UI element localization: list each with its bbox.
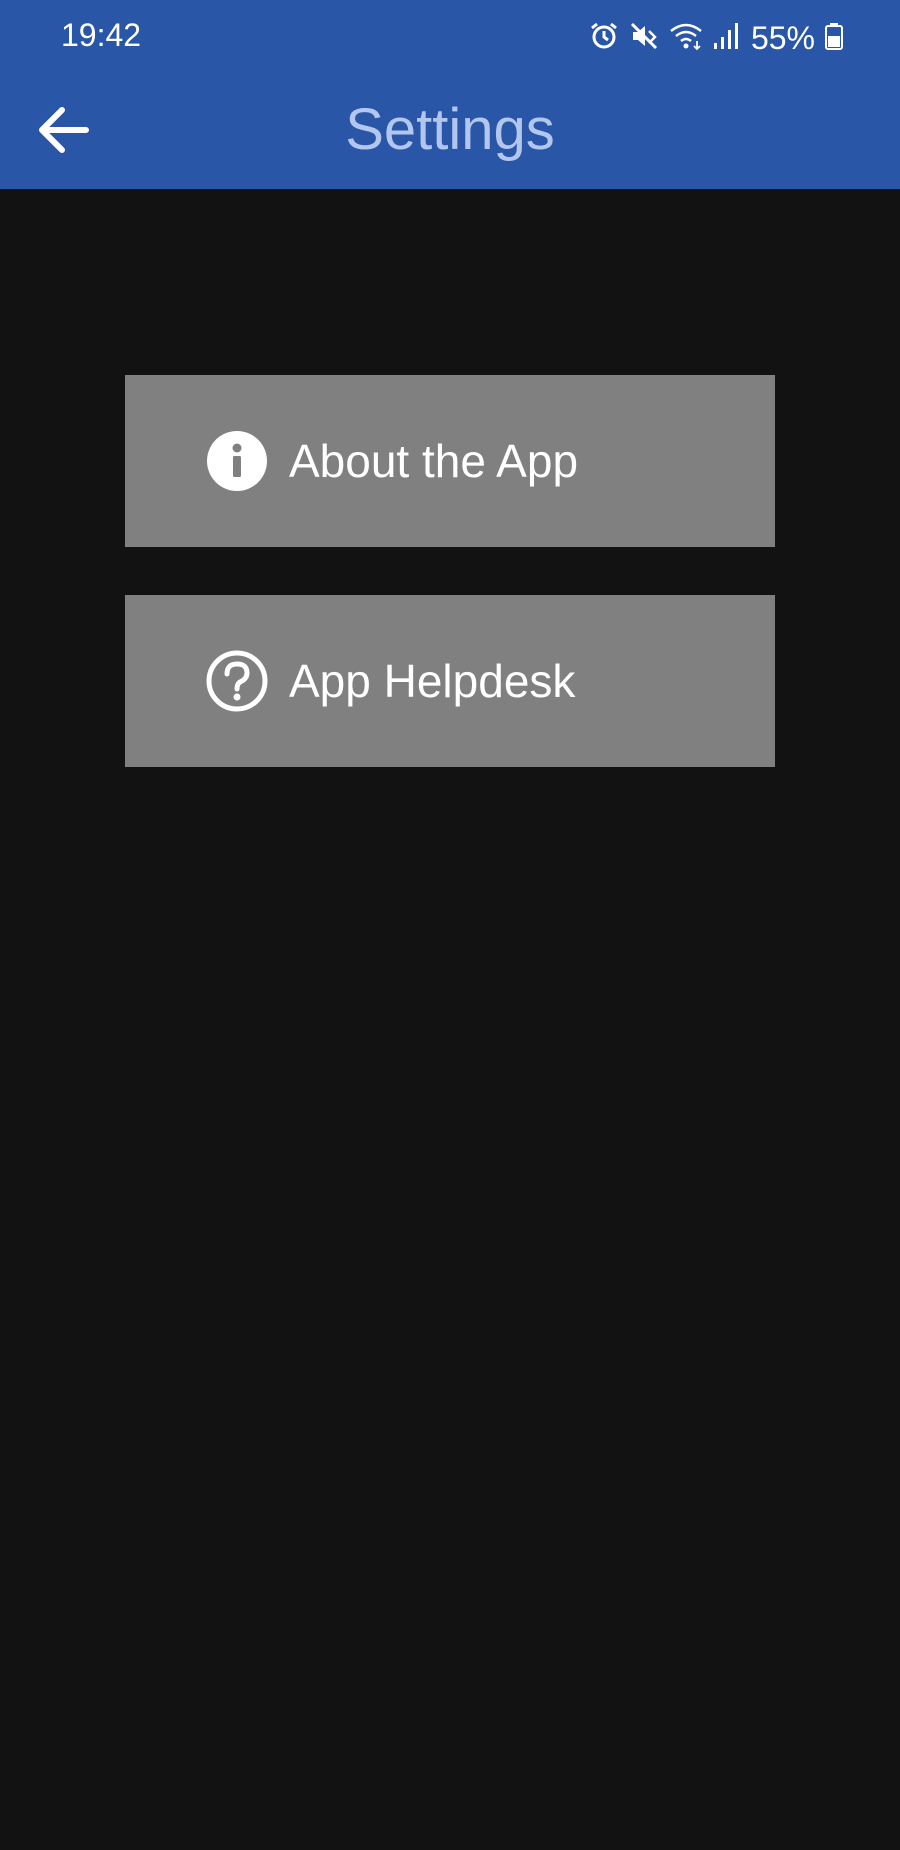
wifi-icon xyxy=(669,21,703,56)
status-time: 19:42 xyxy=(61,17,142,53)
settings-menu: About the App App Helpdesk xyxy=(125,375,775,767)
header: 19:42 55% Settings xyxy=(0,0,900,189)
signal-icon xyxy=(713,21,739,56)
status-bar: 19:42 55% xyxy=(0,0,900,76)
alarm-icon xyxy=(589,21,619,56)
app-bar: Settings xyxy=(0,76,900,189)
mute-icon xyxy=(629,21,659,56)
battery-icon xyxy=(825,21,843,56)
help-icon xyxy=(205,649,269,713)
app-helpdesk-label: App Helpdesk xyxy=(289,655,576,707)
about-the-app-button[interactable]: About the App xyxy=(125,375,775,547)
about-the-app-label: About the App xyxy=(289,435,579,487)
app-helpdesk-button[interactable]: App Helpdesk xyxy=(125,595,775,767)
status-icons: 55% xyxy=(589,18,843,58)
page-title: Settings xyxy=(345,97,555,162)
battery-percent: 55% xyxy=(750,19,815,56)
info-icon xyxy=(205,429,269,493)
